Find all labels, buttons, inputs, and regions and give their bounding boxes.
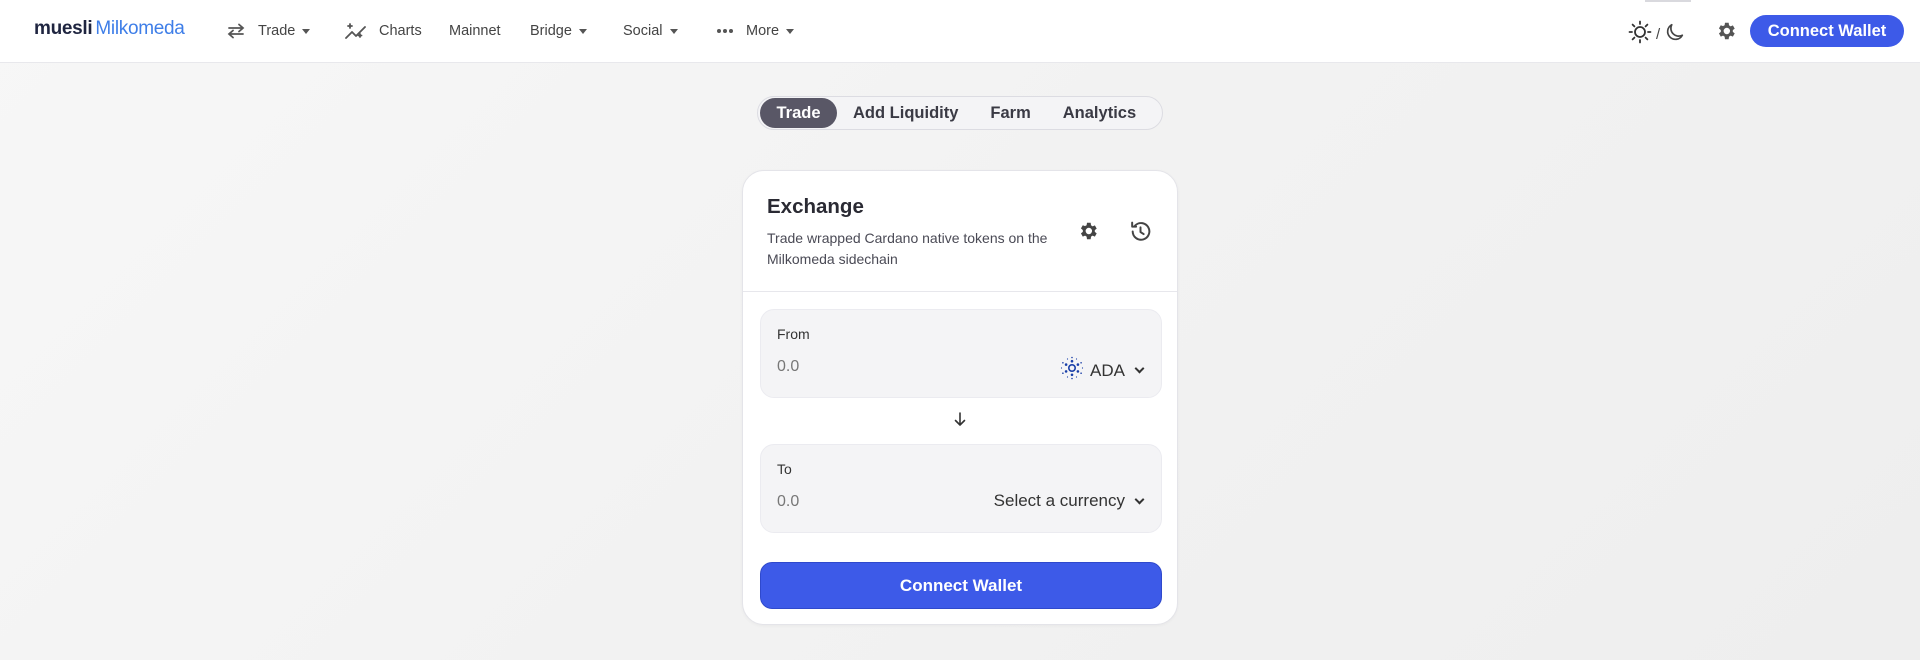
brand-name-milkomeda: Milkomeda (95, 18, 185, 39)
exchange-card-header: Exchange Trade wrapped Cardano native to… (743, 171, 1177, 292)
sparkle-chart-icon (345, 22, 367, 40)
from-currency-selector[interactable]: ADA (1060, 356, 1145, 385)
tab-analytics[interactable]: Analytics (1047, 98, 1152, 128)
section-tabs: Trade Add Liquidity Farm Analytics (757, 96, 1163, 130)
arrow-down-icon[interactable] (953, 411, 967, 432)
exchange-subtitle: Trade wrapped Cardano native tokens on t… (767, 230, 1048, 267)
connect-wallet-button[interactable]: Connect Wallet (760, 562, 1162, 609)
more-dots-icon (716, 28, 734, 34)
nav-bridge-label: Bridge (530, 23, 572, 39)
brand-logo[interactable]: muesli Milkomeda (34, 18, 185, 40)
from-currency-label: ADA (1090, 360, 1125, 380)
tab-add-liquidity[interactable]: Add Liquidity (837, 98, 974, 128)
to-currency-selector[interactable]: Select a currency (993, 491, 1145, 511)
exchange-title: Exchange (767, 195, 864, 218)
brand-name-muesli: muesli (34, 18, 93, 39)
sun-icon[interactable] (1628, 20, 1652, 48)
cardano-icon (1060, 356, 1084, 385)
nav-social-menu[interactable]: Social (623, 21, 678, 41)
nav-social-label: Social (623, 23, 663, 39)
connect-wallet-header-button[interactable]: Connect Wallet (1750, 15, 1904, 47)
caret-down-icon (578, 28, 587, 34)
top-indicator-bar (1645, 0, 1691, 2)
theme-separator: / (1656, 25, 1661, 43)
top-navbar: muesli Milkomeda Trade Charts Mainnet Bri… (0, 0, 1920, 63)
caret-down-icon (786, 28, 795, 34)
exchange-card: Exchange Trade wrapped Cardano native to… (742, 170, 1178, 625)
tab-trade[interactable]: Trade (760, 98, 837, 128)
nav-more-label: More (746, 23, 780, 39)
from-label: From (777, 326, 810, 342)
swap-arrows-icon (226, 23, 246, 39)
moon-icon[interactable] (1664, 21, 1686, 47)
caret-down-icon (302, 28, 311, 34)
history-icon[interactable] (1128, 219, 1153, 249)
nav-mainnet[interactable]: Mainnet (449, 21, 501, 41)
nav-trade-label: Trade (258, 23, 296, 39)
nav-mainnet-label: Mainnet (449, 23, 501, 39)
nav-more-menu[interactable]: More (716, 21, 795, 41)
settings-gear-icon[interactable] (1715, 20, 1737, 47)
to-label: To (777, 461, 792, 477)
from-panel: From 0.0 ADA (760, 309, 1162, 398)
theme-toggle[interactable]: / (1628, 20, 1686, 48)
exchange-settings-gear-icon[interactable] (1077, 220, 1099, 247)
tab-farm[interactable]: Farm (974, 98, 1046, 128)
from-amount-input[interactable] (777, 358, 957, 376)
chevron-down-icon (1134, 494, 1145, 504)
nav-bridge-menu[interactable]: Bridge (530, 21, 587, 41)
caret-down-icon (669, 28, 678, 34)
to-panel: To Select a currency (760, 444, 1162, 533)
to-currency-label: Select a currency (993, 491, 1125, 510)
to-amount-input[interactable] (777, 493, 957, 511)
chevron-down-icon (1134, 363, 1145, 374)
nav-trade-menu[interactable]: Trade (226, 21, 311, 41)
nav-charts-label: Charts (379, 23, 422, 39)
nav-charts[interactable]: Charts (345, 21, 422, 41)
